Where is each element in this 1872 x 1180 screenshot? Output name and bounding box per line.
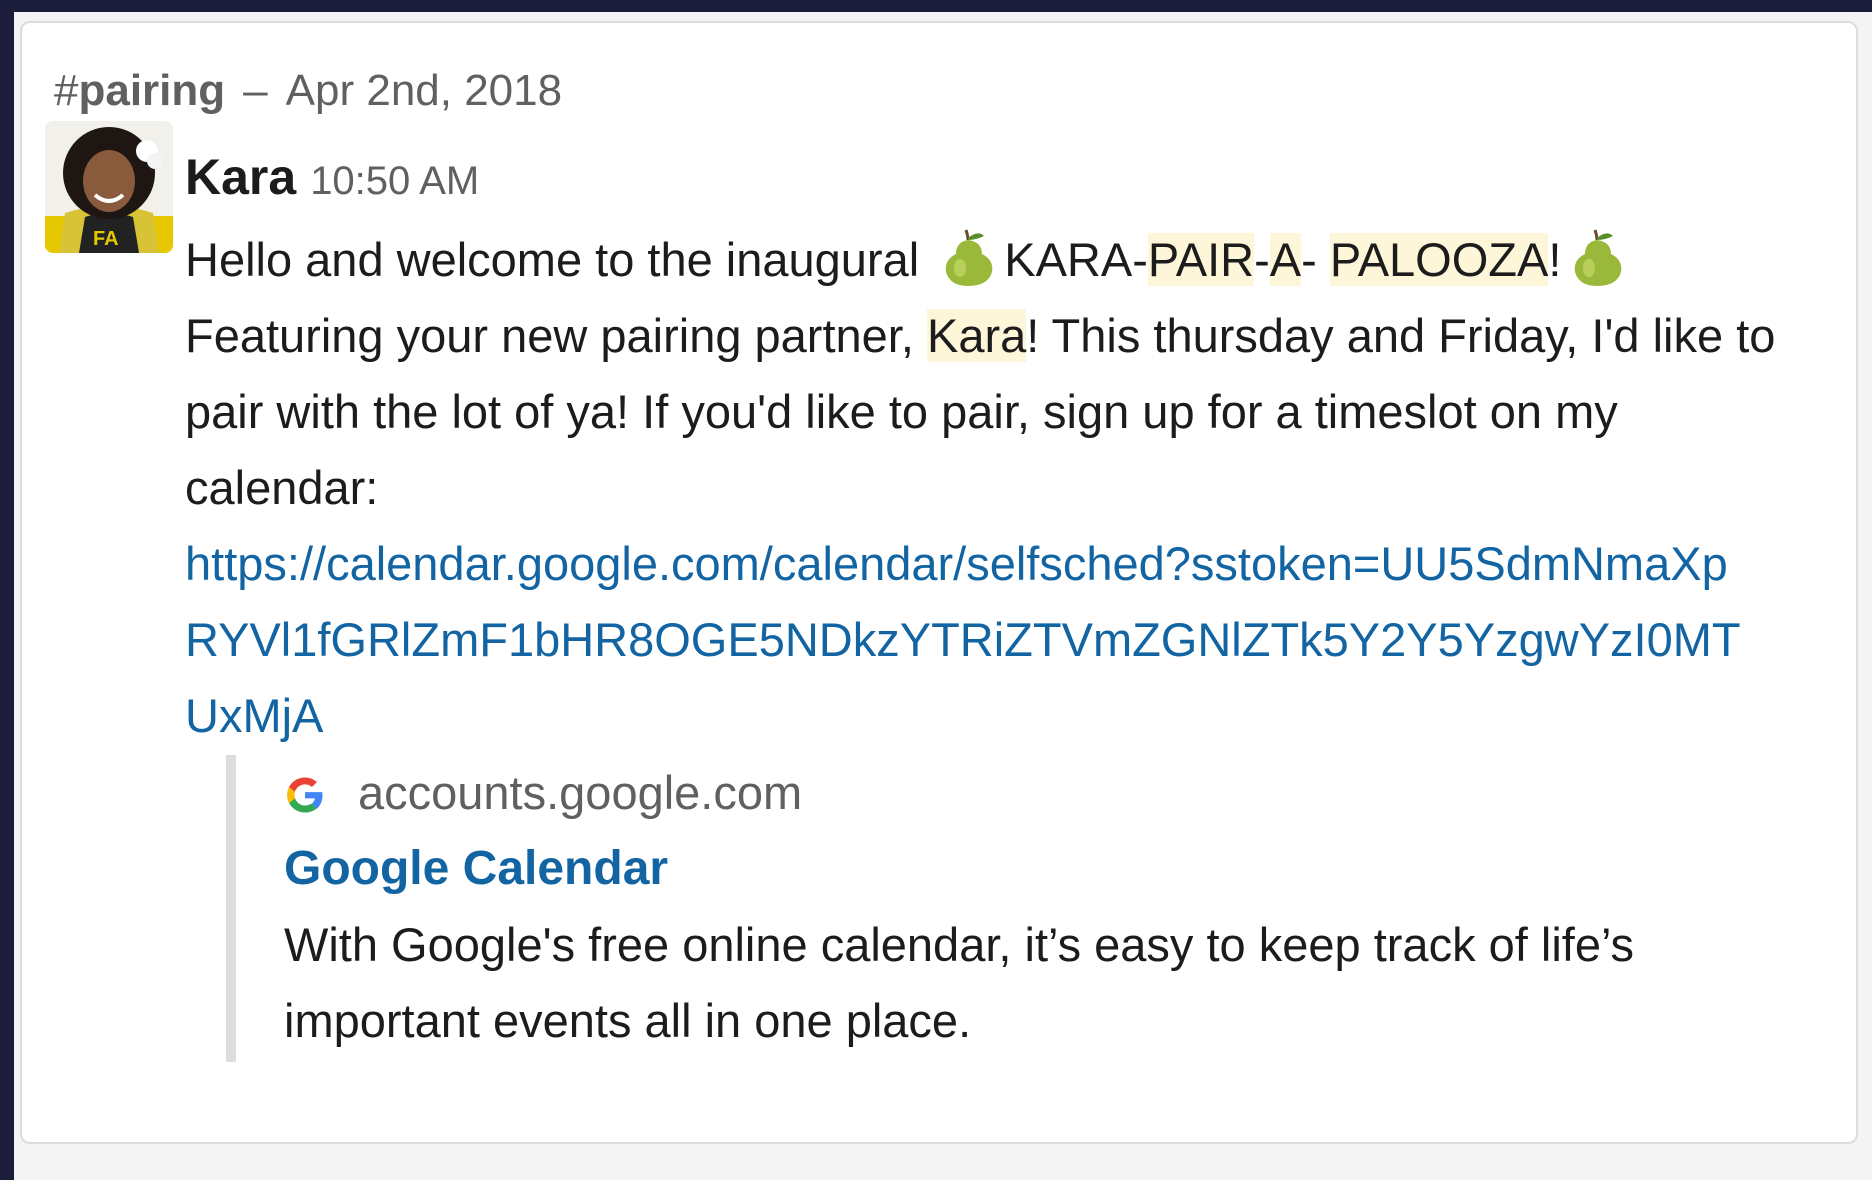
message-body: Hello and welcome to the inaugural KARA-… [185, 222, 1785, 754]
highlighted-keyword: PALOOZA [1329, 233, 1549, 286]
svg-text:FA: FA [93, 228, 119, 250]
highlighted-keyword: A [1269, 233, 1302, 286]
message-text: Featuring your new pairing partner, [185, 309, 914, 362]
pear-emoji-icon [1567, 226, 1627, 288]
link-preview-description: With Google's free online calendar, it’s… [284, 918, 1635, 1047]
highlighted-keyword: PAIR [1147, 233, 1255, 286]
message-text: KARA- [1004, 233, 1148, 286]
message-header: #pairing – Apr 2nd, 2018 [54, 66, 562, 116]
link-preview-domain: accounts.google.com [358, 766, 803, 819]
message-timestamp[interactable]: 10:50 AM [310, 159, 479, 203]
message-text: - [1254, 233, 1270, 286]
google-icon [284, 762, 326, 813]
channel-hash-symbol: # [54, 66, 79, 115]
author-line: Kara 10:50 AM [185, 148, 479, 206]
user-avatar[interactable]: FA [45, 121, 173, 253]
message-text: ! [1548, 233, 1562, 286]
link-preview: accounts.google.com Google Calendar With… [226, 755, 1726, 1062]
highlighted-keyword: Kara [926, 309, 1027, 362]
message-date[interactable]: Apr 2nd, 2018 [286, 66, 562, 115]
channel-link[interactable]: pairing [78, 66, 225, 115]
author-name[interactable]: Kara [185, 149, 296, 205]
calendar-link[interactable]: https://calendar.google.com/calendar/sel… [185, 526, 1745, 754]
message-text: - [1301, 233, 1317, 286]
message-text: Hello and welcome to the inaugural [185, 233, 920, 286]
header-separator: – [243, 66, 268, 115]
link-preview-title[interactable]: Google Calendar [284, 831, 1726, 907]
pear-emoji-icon [938, 226, 998, 288]
link-preview-source: accounts.google.com [284, 755, 1726, 831]
